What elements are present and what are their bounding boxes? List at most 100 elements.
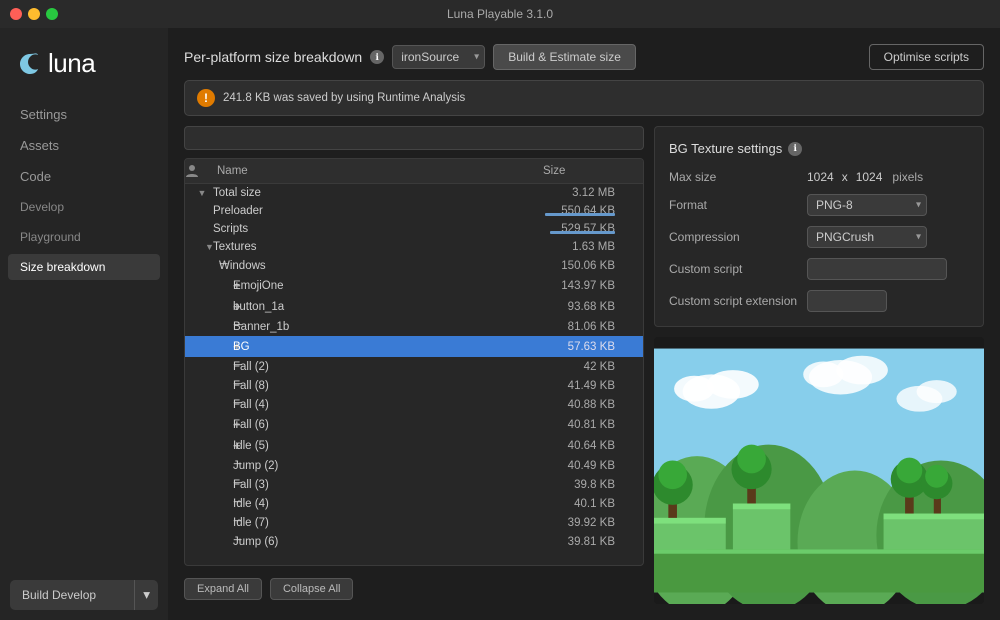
row-size: 529.57 KB [543, 223, 643, 235]
table-row[interactable]: ▼Textures1.63 MB [185, 238, 643, 256]
row-size: 550.64 KB [543, 205, 643, 217]
compression-select-wrapper[interactable]: PNGCrushNoneLossy [807, 226, 927, 248]
max-size-label: Max size [669, 170, 799, 184]
sidebar-item-code[interactable]: Code [0, 161, 168, 192]
table-row[interactable]: −Jump (6)39.81 KB [185, 532, 643, 551]
file-panel: 🔍 Name Size [184, 126, 644, 604]
table-row[interactable]: −Idle (7)39.92 KB [185, 513, 643, 532]
row-name: BG [233, 341, 543, 353]
table-row[interactable]: +EmojiOne143.97 KB [185, 275, 643, 296]
format-row: Format PNG-8PNG-24JPEGWebP [669, 194, 969, 216]
panels: 🔍 Name Size [184, 126, 984, 604]
header-left: Per-platform size breakdown ℹ ironSource… [184, 44, 636, 70]
texture-info-icon[interactable]: ℹ [788, 142, 802, 156]
table-footer: Expand All Collapse All [184, 574, 644, 604]
row-name: Jump (2) [233, 460, 543, 472]
custom-script-label: Custom script [669, 262, 799, 276]
sidebar-item-size-breakdown[interactable]: Size breakdown [8, 254, 160, 280]
table-row[interactable]: +button_1a93.68 KB [185, 296, 643, 317]
sidebar-section-develop[interactable]: Develop [0, 192, 168, 222]
row-size: 40.88 KB [543, 399, 643, 411]
col-icon-header [185, 164, 213, 178]
table-row[interactable]: −Fall (4)40.88 KB [185, 395, 643, 414]
close-button[interactable] [10, 8, 22, 20]
row-icon: − [185, 535, 233, 548]
table-row[interactable]: −Banner_1b81.06 KB [185, 317, 643, 336]
build-develop-arrow[interactable]: ▾ [134, 580, 158, 610]
max-size-value: 1024 x 1024 pixels [807, 170, 923, 184]
file-table-body[interactable]: ▼Total size3.12 MBPreloader550.64 KBScri… [185, 184, 643, 565]
custom-script-row: Custom script [669, 258, 969, 280]
section-info-icon[interactable]: ℹ [370, 50, 384, 64]
row-size: 40.64 KB [543, 440, 643, 452]
row-icon: − [185, 398, 233, 411]
table-row[interactable]: −Fall (2)42 KB [185, 357, 643, 376]
warning-text: 241.8 KB was saved by using Runtime Anal… [223, 92, 465, 104]
expand-all-button[interactable]: Expand All [184, 578, 262, 600]
row-size: 93.68 KB [543, 301, 643, 313]
table-row[interactable]: ▼Total size3.12 MB [185, 184, 643, 202]
row-name: Idle (7) [233, 517, 543, 529]
table-row[interactable]: −Fall (8)41.49 KB [185, 376, 643, 395]
row-size: 42 KB [543, 361, 643, 373]
row-name: Fall (6) [233, 419, 543, 431]
max-size-row: Max size 1024 x 1024 pixels [669, 170, 969, 184]
platform-select-wrapper[interactable]: ironSource Facebook Google AppLovin [392, 45, 485, 69]
row-size: 1.63 MB [543, 241, 643, 253]
row-name: Banner_1b [233, 321, 543, 333]
row-icon: − [185, 459, 233, 472]
titlebar: Luna Playable 3.1.0 [0, 0, 1000, 28]
row-name: EmojiOne [233, 280, 543, 292]
compression-row: Compression PNGCrushNoneLossy [669, 226, 969, 248]
row-icon: − [185, 360, 233, 373]
platform-select[interactable]: ironSource Facebook Google AppLovin [392, 45, 485, 69]
build-develop-main[interactable]: Build Develop [10, 581, 134, 609]
row-size: 40.1 KB [543, 498, 643, 510]
texture-preview [654, 337, 984, 604]
row-size: 81.06 KB [543, 321, 643, 333]
sidebar-item-assets[interactable]: Assets [0, 130, 168, 161]
max-size-h: 1024 [856, 170, 883, 184]
row-size: 3.12 MB [543, 187, 643, 199]
search-input[interactable] [184, 126, 644, 150]
table-row[interactable]: −Windows150.06 KB [185, 256, 643, 275]
custom-script-ext-label: Custom script extension [669, 294, 799, 308]
build-develop-button[interactable]: Build Develop ▾ [10, 580, 158, 610]
section-title: Per-platform size breakdown [184, 49, 362, 65]
row-size: 39.81 KB [543, 536, 643, 548]
row-icon: + [185, 299, 233, 314]
sidebar-section-playground[interactable]: Playground [0, 222, 168, 252]
row-name: Total size [213, 187, 543, 199]
build-estimate-button[interactable]: Build & Estimate size [493, 44, 636, 70]
table-row[interactable]: −Jump (2)40.49 KB [185, 456, 643, 475]
right-panel: BG Texture settings ℹ Max size 1024 x 10… [654, 126, 984, 604]
table-row[interactable]: −Fall (3)39.8 KB [185, 475, 643, 494]
max-size-w: 1024 [807, 170, 834, 184]
row-icon: + [185, 417, 233, 432]
content-area: Per-platform size breakdown ℹ ironSource… [168, 28, 1000, 620]
custom-script-ext-input[interactable] [807, 290, 887, 312]
table-row[interactable]: +Idle (5)40.64 KB [185, 435, 643, 456]
table-row[interactable]: −Idle (4)40.1 KB [185, 494, 643, 513]
table-row[interactable]: Scripts529.57 KB [185, 220, 643, 238]
max-size-unit: pixels [892, 170, 923, 184]
table-row[interactable]: +Fall (6)40.81 KB [185, 414, 643, 435]
main-layout: luna Settings Assets Code Develop Playgr… [0, 28, 1000, 620]
row-icon: − [185, 478, 233, 491]
col-name-header: Name [213, 164, 543, 178]
window-controls [10, 8, 58, 20]
file-table: Name Size ▼Total size3.12 MBPreloader550… [184, 158, 644, 566]
collapse-all-button[interactable]: Collapse All [270, 578, 353, 600]
sidebar-item-settings[interactable]: Settings [0, 99, 168, 130]
optimise-scripts-button[interactable]: Optimise scripts [869, 44, 984, 70]
minimize-button[interactable] [28, 8, 40, 20]
table-row[interactable]: Preloader550.64 KB [185, 202, 643, 220]
row-icon: + [185, 438, 233, 453]
custom-script-input[interactable] [807, 258, 947, 280]
format-select-wrapper[interactable]: PNG-8PNG-24JPEGWebP [807, 194, 927, 216]
format-select[interactable]: PNG-8PNG-24JPEGWebP [807, 194, 927, 216]
compression-select[interactable]: PNGCrushNoneLossy [807, 226, 927, 248]
maximize-button[interactable] [46, 8, 58, 20]
game-scene-svg [654, 337, 984, 604]
table-row[interactable]: +BG57.63 KB [185, 336, 643, 357]
